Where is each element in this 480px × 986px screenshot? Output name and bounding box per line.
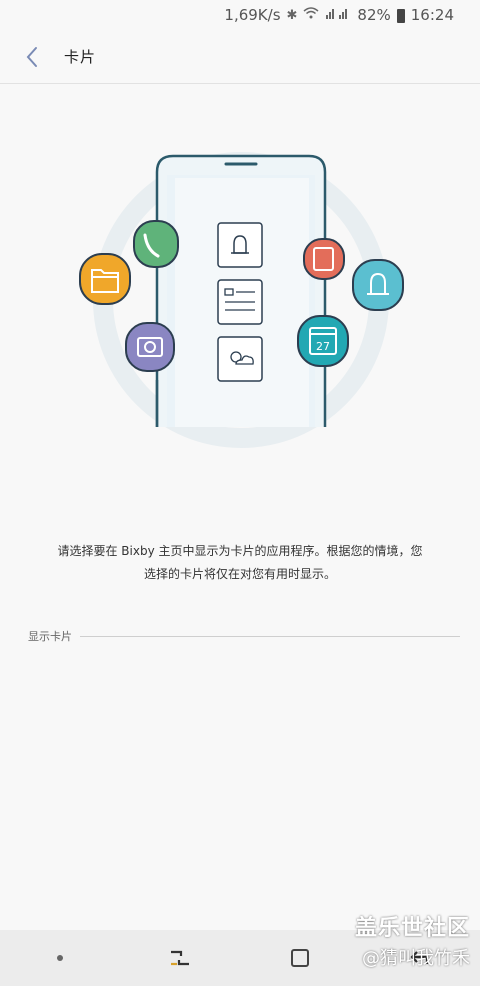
section-label: 显示卡片 [28,630,72,643]
back-button[interactable] [0,30,64,84]
reminder-icon [352,259,404,311]
card-icon [303,238,345,280]
wifi-icon [303,7,319,23]
bell-card [217,222,263,268]
watermark: 盖乐世社区 @猜叫我竹禾 [355,910,470,970]
calendar-day: 27 [316,340,330,353]
home-button[interactable] [270,930,330,986]
bluetooth-icon: ✱ [286,7,298,23]
battery-icon [396,9,405,23]
menu-dot-button[interactable] [30,930,90,986]
recents-icon [171,950,189,966]
app-header: 卡片 [0,30,480,84]
watermark-line2: @猜叫我竹禾 [362,948,470,969]
recents-button[interactable] [150,930,210,986]
home-icon [291,949,309,967]
section-divider [80,635,460,637]
cards-illustration: 27 [0,140,480,460]
description-line1: 请选择要在 Bixby 主页中显示为卡片的应用程序。根据您的情境，您 [57,544,423,558]
description-text: 请选择要在 Bixby 主页中显示为卡片的应用程序。根据您的情境，您 选择的卡片… [40,540,440,586]
watermark-line1: 盖乐世社区 [354,916,470,941]
camera-icon [125,322,175,372]
network-speed: 1,69K/s [224,6,281,24]
list-card [217,279,263,325]
battery-percent: 82% [357,6,391,24]
phone-icon [133,220,179,268]
status-bar: 1,69K/s ✱ 82% 16:24 [0,0,480,30]
folder-icon [79,253,131,305]
description-line2: 选择的卡片将仅在对您有用时显示。 [143,567,336,581]
section-header: 显示卡片 [28,627,460,645]
signal-icon [325,7,351,23]
chevron-left-icon [26,46,37,67]
clock: 16:24 [410,6,454,24]
weather-card [217,336,263,382]
page-title: 卡片 [64,48,97,66]
dot-icon [57,955,63,961]
calendar-icon: 27 [297,315,349,367]
